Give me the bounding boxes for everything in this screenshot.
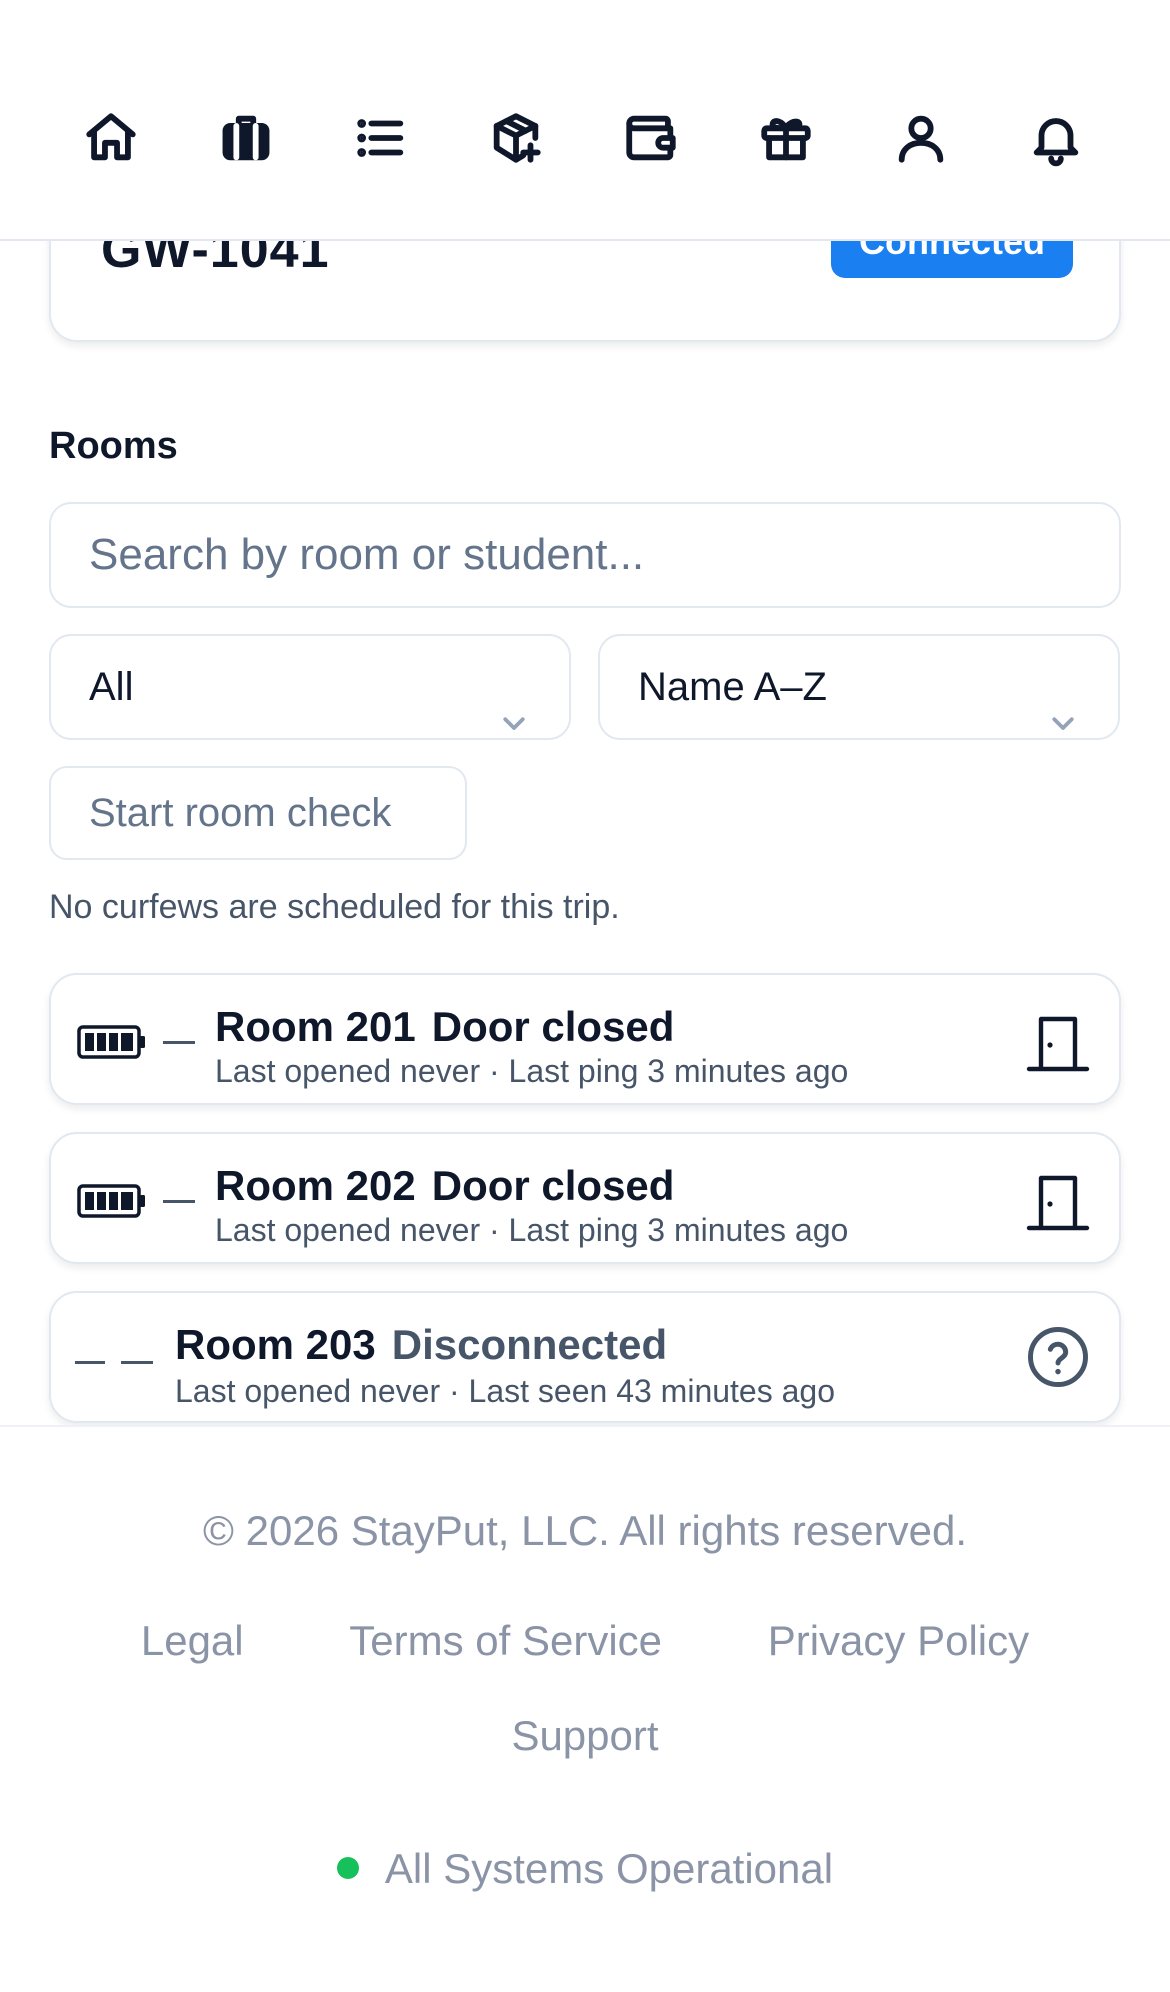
top-navigation — [0, 0, 1170, 241]
filter-select[interactable]: All — [49, 634, 571, 740]
start-room-check-button[interactable]: Start room check — [49, 766, 467, 860]
system-status[interactable]: All Systems Operational — [0, 1845, 1170, 1893]
room-card[interactable]: Room 203 Disconnected Last opened never ·… — [49, 1291, 1121, 1423]
signal-dash — [163, 1041, 195, 1044]
room-status: Disconnected — [391, 1321, 668, 1368]
status-dot-icon — [336, 1856, 359, 1879]
list-icon[interactable] — [349, 106, 413, 170]
package-add-icon[interactable] — [484, 106, 548, 170]
room-status: Door closed — [431, 1003, 675, 1050]
user-icon[interactable] — [889, 106, 953, 170]
chevron-down-icon — [499, 674, 529, 730]
support-link[interactable]: Support — [511, 1712, 658, 1759]
gift-icon[interactable] — [754, 106, 818, 170]
room-card[interactable]: Room 201 Door closed Last opened never · … — [49, 973, 1121, 1105]
sort-select-value: Name A–Z — [638, 665, 827, 709]
room-card[interactable]: Room 202 Door closed Last opened never · … — [49, 1132, 1121, 1264]
rooms-title: Rooms — [49, 425, 178, 467]
copyright-text: © 2026 StayPut, LLC. All rights reserved… — [203, 1507, 967, 1554]
door-icon — [1023, 1011, 1093, 1075]
signal-dash — [163, 1200, 195, 1203]
legal-link[interactable]: Legal — [141, 1617, 244, 1664]
sort-select[interactable]: Name A–Z — [598, 634, 1120, 740]
search-input[interactable]: Search by room or student... — [49, 502, 1121, 608]
room-name: Room 203 — [175, 1321, 376, 1368]
room-name: Room 202 — [215, 1162, 416, 1209]
privacy-policy-link[interactable]: Privacy Policy — [768, 1617, 1029, 1664]
footer-links: Legal Terms of Service Privacy Policy — [0, 1617, 1170, 1665]
room-status: Door closed — [431, 1162, 675, 1209]
room-name: Room 201 — [215, 1003, 416, 1050]
footer: © 2026 StayPut, LLC. All rights reserved… — [0, 1425, 1170, 1992]
terms-of-service-link[interactable]: Terms of Service — [349, 1617, 662, 1664]
battery-unknown-dash — [75, 1361, 105, 1364]
chevron-down-icon — [1048, 674, 1078, 730]
room-subtitle: Last opened never · Last ping 3 minutes … — [215, 1053, 849, 1089]
room-subtitle: Last opened never · Last seen 43 minutes… — [175, 1373, 835, 1409]
home-icon[interactable] — [79, 106, 143, 170]
curfew-note: No curfews are scheduled for this trip. — [49, 888, 620, 926]
battery-full-icon — [77, 1184, 145, 1218]
battery-full-icon — [77, 1025, 145, 1059]
door-icon — [1023, 1170, 1093, 1234]
signal-dash — [121, 1361, 153, 1364]
system-status-text: All Systems Operational — [384, 1845, 834, 1892]
filter-select-value: All — [89, 665, 134, 709]
room-subtitle: Last opened never · Last ping 3 minutes … — [215, 1212, 849, 1248]
wallet-icon[interactable] — [619, 106, 683, 170]
question-icon — [1023, 1325, 1093, 1389]
bell-icon[interactable] — [1024, 106, 1088, 170]
luggage-icon[interactable] — [214, 106, 278, 170]
